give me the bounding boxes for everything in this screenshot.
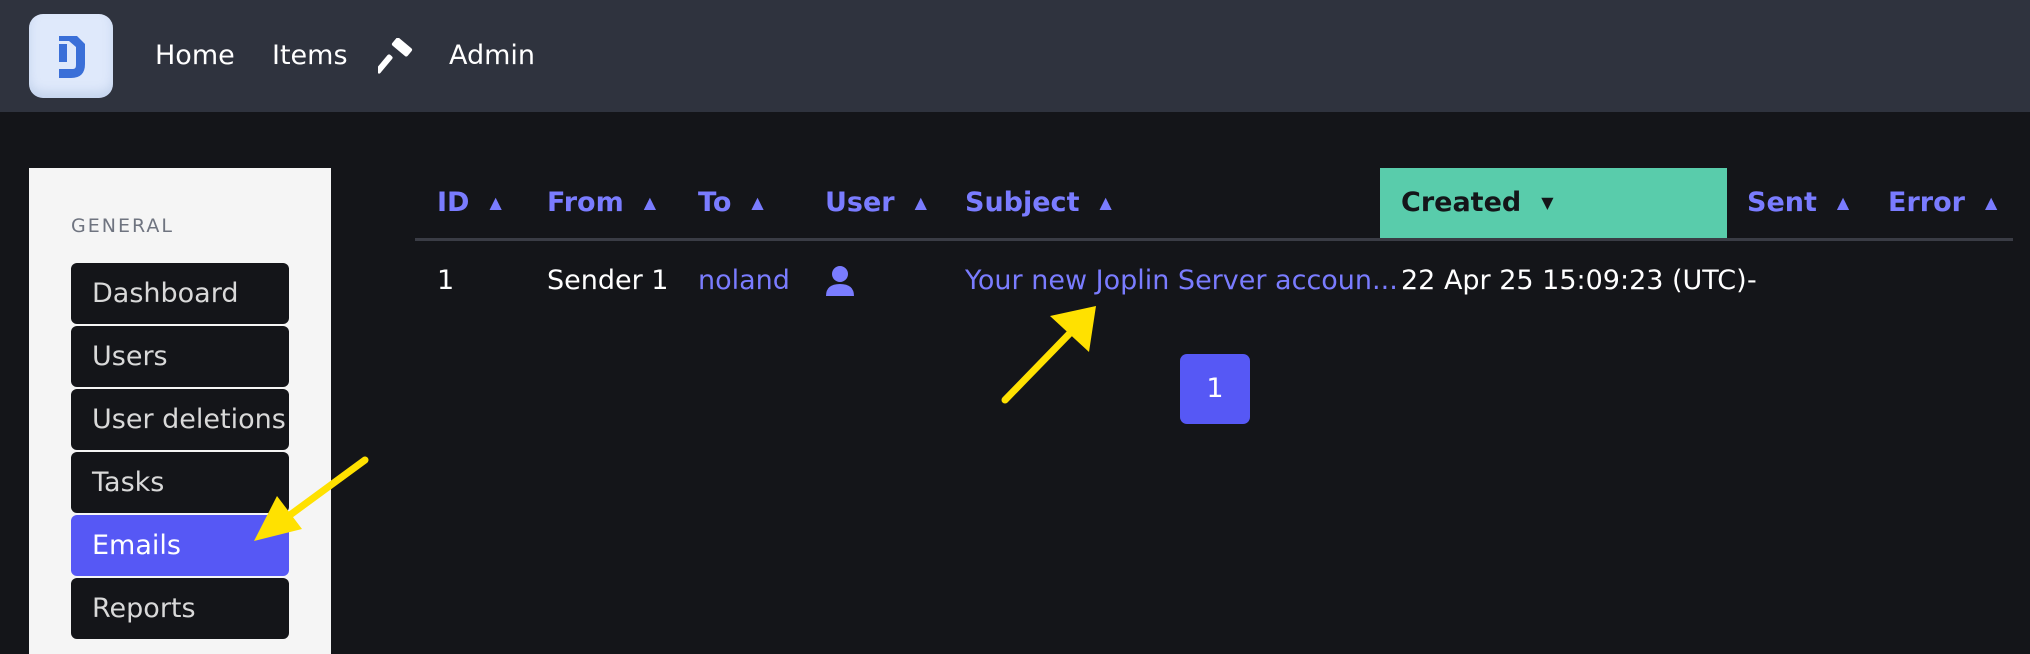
user-icon[interactable] [825,265,855,297]
sort-asc-icon: ▲ [489,193,502,212]
top-nav-bar: Home Items Admin [0,0,2030,112]
cell-to-link[interactable]: noland [698,241,790,321]
nav-home-link[interactable]: Home [155,38,235,74]
nav-items-link[interactable]: Items [272,38,348,74]
nav-admin-link[interactable]: Admin [449,38,535,74]
column-header-error[interactable]: Error ▲ [1888,168,1997,238]
table-header-row: ID ▲ From ▲ To ▲ User ▲ Subject ▲ Created ▼ Se… [415,168,2013,241]
cell-sent: - [1747,265,1757,296]
cell-id: 1 [437,265,455,296]
pagination-page-button[interactable]: 1 [1180,354,1250,424]
sidebar: GENERAL Dashboard Users User deletions T… [29,168,331,654]
column-header-to[interactable]: To ▲ [698,168,764,238]
sidebar-item-users[interactable]: Users [71,326,289,387]
cell-from: Sender 1 [547,265,669,296]
column-header-created[interactable]: Created ▼ [1380,168,1727,238]
sort-asc-icon: ▲ [1099,193,1112,212]
sort-asc-icon: ▲ [751,193,764,212]
sort-asc-icon: ▲ [914,193,927,212]
cell-created: 22 Apr 25 15:09:23 (UTC) [1401,265,1747,296]
joplin-logo-icon[interactable] [29,14,113,98]
hammer-icon [375,37,414,74]
sidebar-item-reports[interactable]: Reports [71,578,289,639]
sidebar-item-user-deletions[interactable]: User deletions [71,389,289,450]
sort-asc-icon: ▲ [643,193,657,212]
column-header-user[interactable]: User ▲ [825,168,927,238]
annotation-arrow-icon [1001,306,1096,404]
sidebar-heading: GENERAL [71,215,174,237]
sort-desc-icon: ▼ [1541,193,1554,212]
sidebar-item-dashboard[interactable]: Dashboard [71,263,289,324]
sort-asc-icon: ▲ [1836,193,1850,212]
table-row: 1 Sender 1 noland Your new Joplin Server… [415,241,2013,321]
annotation-arrow-icon [254,456,369,541]
sort-asc-icon: ▲ [1984,193,1998,212]
column-header-subject[interactable]: Subject ▲ [965,168,1112,238]
emails-table: ID ▲ From ▲ To ▲ User ▲ Subject ▲ Created ▼ Se… [415,168,2013,321]
column-header-sent[interactable]: Sent ▲ [1747,168,1849,238]
column-header-from[interactable]: From ▲ [547,168,656,238]
column-header-id[interactable]: ID ▲ [437,168,502,238]
